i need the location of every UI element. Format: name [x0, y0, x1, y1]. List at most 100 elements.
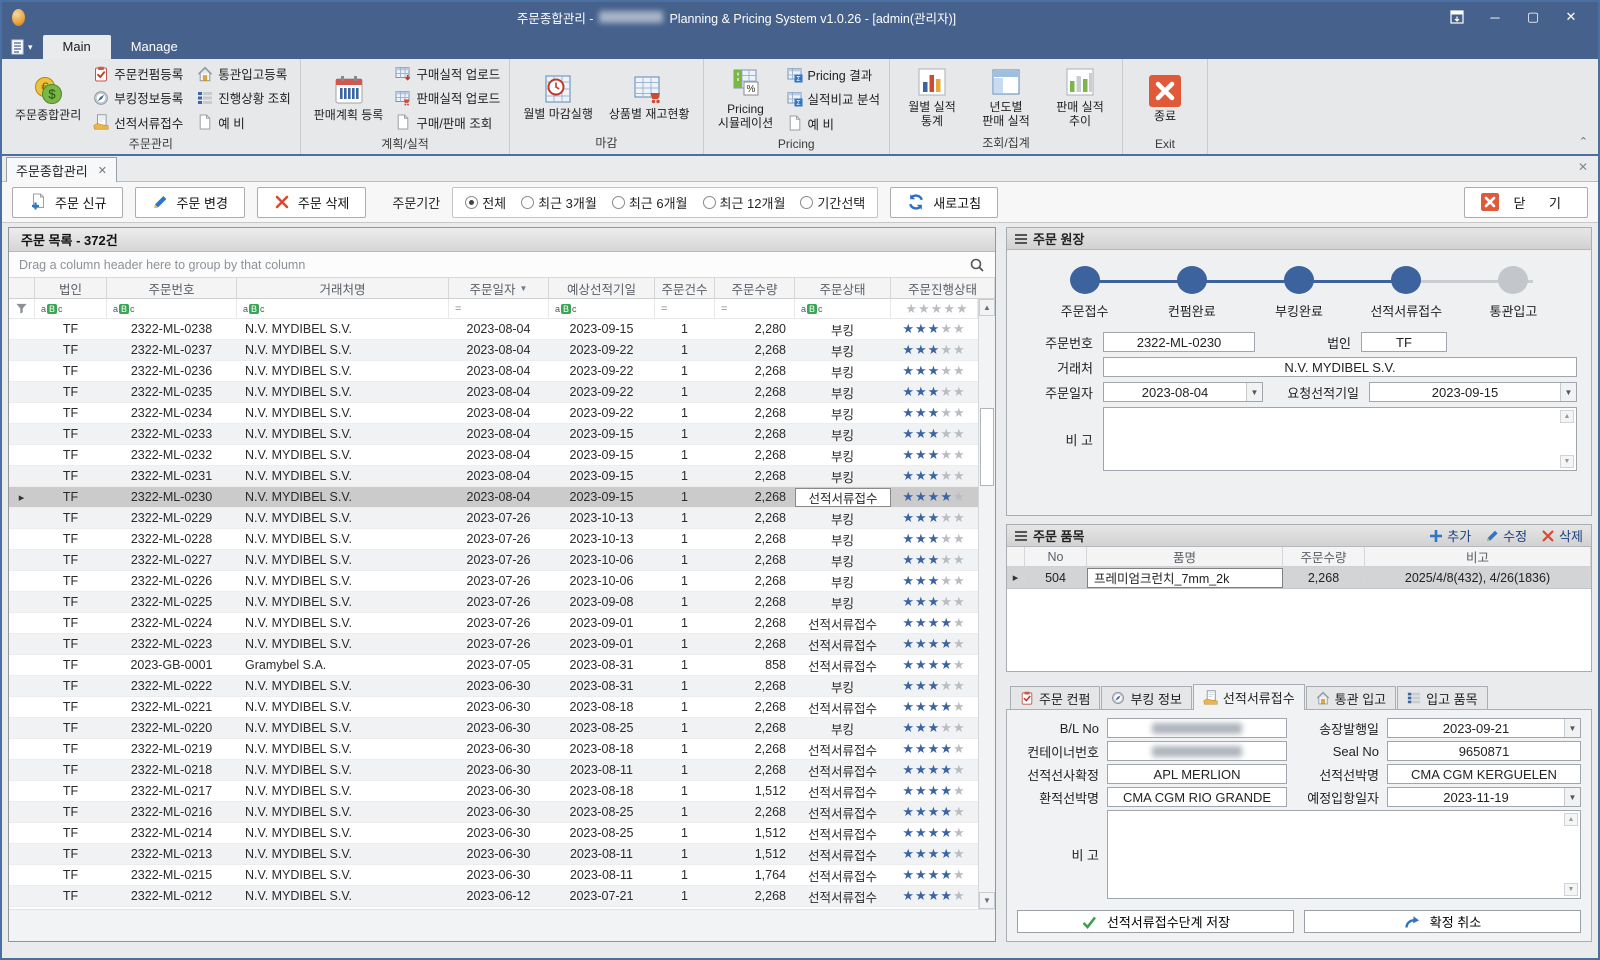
column-header-status[interactable]: 주문상태 [795, 278, 891, 298]
stock-by-product-button[interactable]: 상품별 재고현황 [603, 71, 696, 124]
radio-period-all[interactable]: 전체 [465, 193, 506, 212]
table-row[interactable]: TF 2322-ML-0238 N.V. MYDIBEL S.V. 2023-0… [9, 319, 978, 340]
transship-field[interactable]: CMA CGM RIO GRANDE [1107, 787, 1287, 807]
table-row[interactable]: TF 2322-ML-0221 N.V. MYDIBEL S.V. 2023-0… [9, 697, 978, 718]
radio-period-12m[interactable]: 최근 12개월 [703, 193, 786, 212]
order-new-button[interactable]: 주문 신규 [12, 187, 123, 218]
ribbon-collapse-button[interactable]: ⌃ [1579, 135, 1588, 148]
table-row[interactable]: ▸ TF 2322-ML-0230 N.V. MYDIBEL S.V. 2023… [9, 487, 978, 508]
column-header-progress[interactable]: 주문진행상태 [891, 278, 995, 298]
maximize-button[interactable]: ▢ [1516, 6, 1550, 28]
invoice-date-select[interactable]: 2023-09-21▼ [1387, 718, 1581, 738]
table-row[interactable]: TF 2322-ML-0213 N.V. MYDIBEL S.V. 2023-0… [9, 844, 978, 865]
column-header-ship-date[interactable]: 예상선적기일 [549, 278, 655, 298]
items-column-qty[interactable]: 주문수량 [1283, 547, 1365, 566]
table-row[interactable]: TF 2322-ML-0218 N.V. MYDIBEL S.V. 2023-0… [9, 760, 978, 781]
document-tab[interactable]: 주문종합관리 ✕ [6, 157, 117, 182]
filter-corp[interactable]: aBc [35, 299, 107, 318]
reserve-button-2[interactable]: 예 비 [785, 112, 882, 135]
filter-status[interactable]: aBc [795, 299, 891, 318]
progress-inquiry-button[interactable]: 진행상황 조회 [195, 86, 292, 109]
table-row[interactable]: TF 2322-ML-0234 N.V. MYDIBEL S.V. 2023-0… [9, 403, 978, 424]
item-edit-button[interactable]: 수정 [1485, 526, 1527, 545]
eta-select[interactable]: 2023-11-19▼ [1387, 787, 1581, 807]
save-shipping-stage-button[interactable]: 선적서류접수단계 저장 [1017, 910, 1294, 933]
yearly-sales-button[interactable]: 년도별 판매 실적 [971, 64, 1041, 131]
sales-trend-button[interactable]: 판매 실적 추이 [1045, 64, 1115, 131]
pin-button[interactable] [1440, 6, 1474, 28]
column-header-order-no[interactable]: 주문번호 [107, 278, 237, 298]
ledger-memo-field[interactable]: ▲▼ [1103, 407, 1577, 471]
item-add-button[interactable]: 추가 [1429, 526, 1471, 545]
purchase-sales-inquiry-button[interactable]: 구매/판매 조회 [393, 111, 502, 134]
scroll-down-icon[interactable]: ▼ [1564, 883, 1578, 896]
order-mgmt-button[interactable]: 주문종합관리 [9, 72, 87, 125]
item-row[interactable]: ▸ 504 프레미엄크런치_7mm_2k 2,268 2025/4/8(432)… [1007, 567, 1591, 589]
refresh-button[interactable]: 새로고침 [890, 187, 998, 218]
vessel-field[interactable]: CMA CGM KERGUELEN [1387, 764, 1581, 784]
table-row[interactable]: TF 2322-ML-0212 N.V. MYDIBEL S.V. 2023-0… [9, 886, 978, 907]
column-header-corp[interactable]: 법인 [35, 278, 107, 298]
table-row[interactable]: TF 2322-ML-0219 N.V. MYDIBEL S.V. 2023-0… [9, 739, 978, 760]
table-row[interactable]: TF 2322-ML-0223 N.V. MYDIBEL S.V. 2023-0… [9, 634, 978, 655]
pricing-simulation-button[interactable]: Pricing 시뮬레이션 [711, 66, 781, 133]
order-delete-button[interactable]: 주문 삭제 [257, 187, 366, 218]
carrier-field[interactable]: APL MERLION [1107, 764, 1287, 784]
table-row[interactable]: TF 2322-ML-0225 N.V. MYDIBEL S.V. 2023-0… [9, 592, 978, 613]
scroll-down-icon[interactable]: ▼ [1560, 455, 1574, 468]
monthly-closing-button[interactable]: 월별 마감실행 [517, 71, 599, 124]
radio-period-6m[interactable]: 최근 6개월 [612, 193, 688, 212]
order-confirm-reg-button[interactable]: 주문컨펌등록 [91, 62, 185, 85]
table-row[interactable]: TF 2322-ML-0226 N.V. MYDIBEL S.V. 2023-0… [9, 571, 978, 592]
table-row[interactable]: TF 2322-ML-0237 N.V. MYDIBEL S.V. 2023-0… [9, 340, 978, 361]
table-row[interactable]: TF 2023-GB-0001 Gramybel S.A. 2023-07-05… [9, 655, 978, 676]
order-edit-button[interactable]: 주문 변경 [135, 187, 244, 218]
tab-shipping-docs[interactable]: 선적서류접수 [1193, 684, 1305, 710]
filter-ship-date[interactable]: aBc [549, 299, 655, 318]
table-row[interactable]: TF 2322-ML-0227 N.V. MYDIBEL S.V. 2023-0… [9, 550, 978, 571]
shipping-memo-field[interactable]: ▲▼ [1107, 810, 1581, 899]
filter-order-no[interactable]: aBc [107, 299, 237, 318]
table-row[interactable]: TF 2322-ML-0220 N.V. MYDIBEL S.V. 2023-0… [9, 718, 978, 739]
scroll-down-button[interactable]: ▼ [979, 892, 995, 909]
scrollbar-track[interactable] [979, 316, 995, 892]
table-row[interactable]: TF 2322-ML-0231 N.V. MYDIBEL S.V. 2023-0… [9, 466, 978, 487]
sales-plan-reg-button[interactable]: 판매계획 등록 [308, 72, 390, 125]
tab-inbound-items[interactable]: 입고 품목 [1397, 686, 1487, 709]
minimize-button[interactable]: ─ [1478, 6, 1512, 28]
actual-compare-button[interactable]: 실적비교 분석 [785, 87, 882, 110]
order-no-field[interactable]: 2322-ML-0230 [1103, 332, 1255, 352]
scroll-up-icon[interactable]: ▲ [1560, 410, 1574, 423]
vertical-scrollbar[interactable]: ▲ ▼ [978, 299, 995, 909]
shipping-docs-button[interactable]: 선적서류접수 [91, 111, 185, 134]
reserve-button-1[interactable]: 예 비 [195, 111, 292, 134]
item-name[interactable]: 프레미엄크런치_7mm_2k [1087, 568, 1283, 588]
monthly-stats-button[interactable]: 월별 실적 통계 [897, 64, 967, 131]
purchase-actual-upload-button[interactable]: 구매실적 업로드 [393, 62, 502, 85]
booking-info-reg-button[interactable]: 부킹정보등록 [91, 86, 185, 109]
filter-order-date[interactable]: = [449, 299, 549, 318]
seal-no-field[interactable]: 9650871 [1387, 741, 1581, 761]
table-row[interactable]: TF 2322-ML-0216 N.V. MYDIBEL S.V. 2023-0… [9, 802, 978, 823]
radio-period-custom[interactable]: 기간선택 [800, 193, 865, 212]
radio-period-3m[interactable]: 최근 3개월 [521, 193, 597, 212]
table-row[interactable]: TF 2322-ML-0217 N.V. MYDIBEL S.V. 2023-0… [9, 781, 978, 802]
table-row[interactable]: TF 2322-ML-0232 N.V. MYDIBEL S.V. 2023-0… [9, 445, 978, 466]
table-row[interactable]: TF 2322-ML-0214 N.V. MYDIBEL S.V. 2023-0… [9, 823, 978, 844]
close-view-button[interactable]: 닫 기 [1464, 187, 1588, 218]
scroll-up-button[interactable]: ▲ [979, 299, 995, 316]
container-no-field[interactable] [1107, 741, 1287, 761]
table-row[interactable]: TF 2322-ML-0233 N.V. MYDIBEL S.V. 2023-0… [9, 424, 978, 445]
group-by-bar[interactable]: Drag a column header here to group by th… [9, 252, 995, 278]
scroll-up-icon[interactable]: ▲ [1564, 813, 1578, 826]
tabbar-close-button[interactable]: ✕ [1578, 160, 1588, 174]
cancel-confirm-button[interactable]: 확정 취소 [1304, 910, 1581, 933]
pricing-result-button[interactable]: Pricing 결과 [785, 63, 882, 86]
filter-qty[interactable]: = [715, 299, 795, 318]
tab-order-confirm[interactable]: 주문 컨펌 [1010, 686, 1100, 709]
filter-count[interactable]: = [655, 299, 715, 318]
table-row[interactable]: TF 2322-ML-0236 N.V. MYDIBEL S.V. 2023-0… [9, 361, 978, 382]
items-column-name[interactable]: 품명 [1087, 547, 1283, 566]
tab-main[interactable]: Main [43, 35, 111, 59]
table-row[interactable]: TF 2322-ML-0215 N.V. MYDIBEL S.V. 2023-0… [9, 865, 978, 886]
